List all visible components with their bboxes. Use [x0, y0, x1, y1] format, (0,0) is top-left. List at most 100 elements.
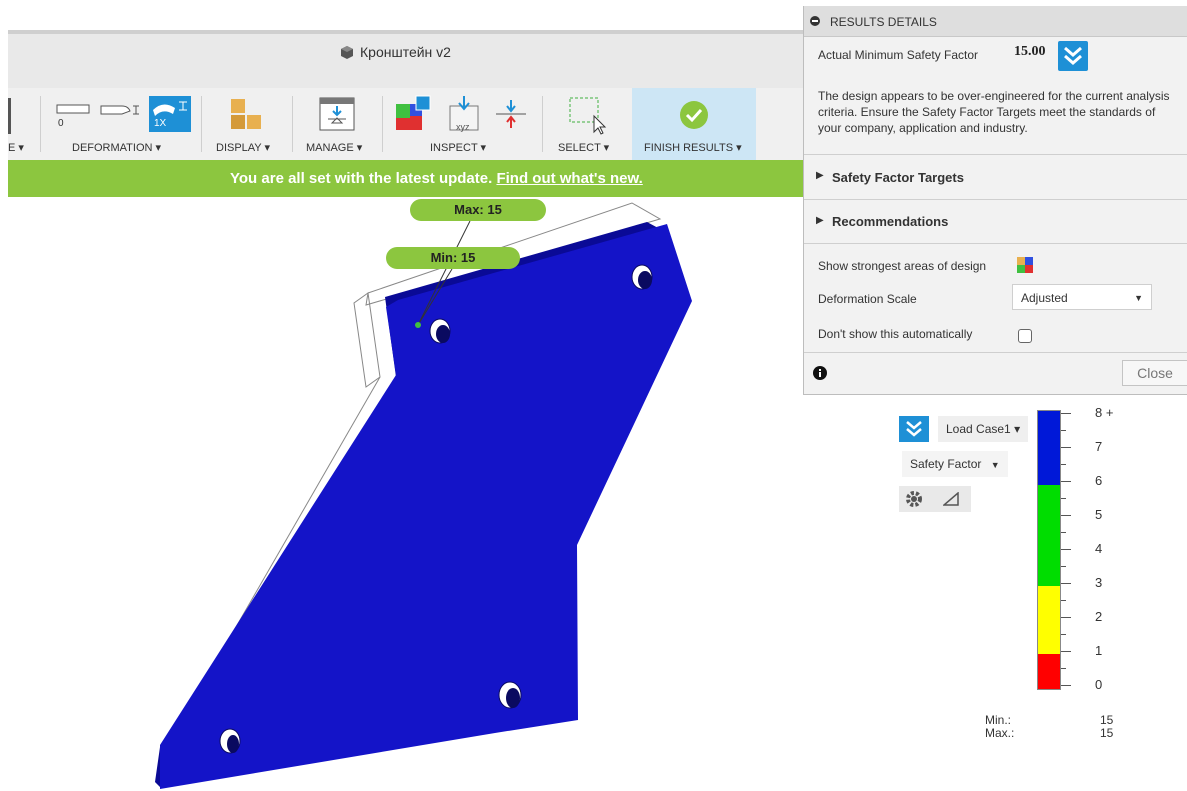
legend-scale-icon[interactable]: [943, 492, 959, 506]
actual-deformation-icon[interactable]: [100, 102, 140, 118]
toolbar-separator: [201, 96, 202, 152]
window-select-icon[interactable]: [568, 96, 608, 136]
legend-scale-label: 8 +: [1095, 405, 1114, 420]
legend-min-label: Min.:: [985, 713, 1012, 727]
legend-minor-tick: [1061, 566, 1066, 567]
adjusted-deformation-button[interactable]: 1X: [149, 96, 191, 132]
legend-max-value: 15: [1100, 726, 1114, 740]
expand-arrow-icon: ▶: [816, 215, 824, 226]
inspect-label: INSPECT: [430, 142, 478, 154]
inspect-menu[interactable]: INSPECT ▾: [430, 141, 486, 154]
update-banner: You are all set with the latest update. …: [8, 160, 808, 197]
legend-minor-tick: [1061, 532, 1066, 533]
chevron-down-icon: ▾: [603, 142, 610, 154]
no-deformation-icon[interactable]: [56, 102, 90, 116]
deformation-scale-select[interactable]: Adjusted ▼: [1012, 284, 1152, 310]
legend-red-band: [1038, 654, 1060, 689]
panel-description: The design appears to be over-engineered…: [818, 89, 1170, 135]
xyz-label: xyz: [456, 122, 470, 132]
legend-tick: [1061, 549, 1071, 550]
whats-new-link[interactable]: Find out what's new.: [496, 170, 642, 187]
double-check-icon: [906, 421, 922, 437]
model-viewport[interactable]: [0, 197, 803, 791]
strongest-areas-label: Show strongest areas of design: [818, 259, 987, 273]
chevron-down-icon: ▾: [356, 142, 363, 154]
chevron-down-icon: ▾: [18, 142, 24, 154]
manage-label: MANAGE: [306, 142, 354, 154]
dont-show-label: Don't show this automatically: [818, 327, 973, 341]
chevron-down-icon: ▾: [155, 142, 162, 154]
partial-toolbar-group[interactable]: E ▾: [8, 88, 38, 160]
legend-tick: [1061, 685, 1071, 686]
toolbar-separator: [382, 96, 383, 152]
legend-tick: [1061, 481, 1071, 482]
legend-scale-label: 7: [1095, 439, 1103, 454]
toolbar-separator: [40, 96, 41, 152]
settings-gear-icon[interactable]: [905, 490, 923, 508]
display-icon[interactable]: [230, 98, 264, 132]
legend-min-value: 15: [1100, 713, 1114, 727]
chevron-down-icon: ▾: [736, 142, 742, 154]
probe-icon[interactable]: [394, 94, 434, 134]
select-menu[interactable]: SELECT ▾: [558, 141, 609, 154]
load-case-label: Load Case1: [946, 422, 1011, 436]
deformation-label: DEFORMATION: [72, 142, 153, 154]
deformation-menu[interactable]: DEFORMATION ▾: [72, 141, 161, 154]
legend-tick: [1061, 617, 1071, 618]
adjusted-deformation-label: 1X: [154, 118, 167, 129]
deformation-scale-value: Adjusted: [1021, 291, 1068, 305]
document-titlebar: [8, 30, 808, 92]
display-group: DISPLAY ▾: [204, 88, 290, 160]
legend-scale-label: 5: [1095, 507, 1103, 522]
manage-menu[interactable]: MANAGE ▾: [306, 141, 362, 154]
strongest-areas-icon[interactable]: [1016, 256, 1034, 274]
legend-tick: [1061, 413, 1071, 414]
load-case-dropdown[interactable]: Load Case1 ▾: [938, 416, 1029, 442]
double-check-icon: [1064, 46, 1082, 65]
legend-tick: [1061, 515, 1071, 516]
result-type-label: Safety Factor: [910, 457, 982, 471]
select-label: SELECT: [558, 142, 601, 154]
no-deformation-label: 0: [58, 118, 64, 129]
display-menu[interactable]: DISPLAY ▾: [216, 141, 270, 154]
legend-scale-label: 1: [1095, 643, 1103, 658]
collapse-icon[interactable]: [810, 16, 820, 26]
manage-icon[interactable]: [318, 94, 358, 134]
min-max-marker: [415, 322, 421, 328]
legend-scale-label: 4: [1095, 541, 1103, 556]
manage-group: MANAGE ▾: [296, 88, 382, 160]
recommendations-row[interactable]: ▶ Recommendations: [804, 200, 1187, 242]
result-status-button[interactable]: [899, 416, 929, 442]
close-button[interactable]: Close: [1122, 360, 1187, 386]
chevron-down-icon: ▼: [1134, 293, 1143, 303]
legend-minor-tick: [1061, 634, 1066, 635]
animate-icon[interactable]: [494, 98, 528, 132]
checkmark-circle-icon: [680, 101, 708, 129]
legend-minor-tick: [1061, 498, 1066, 499]
legend-scale-label: 0: [1095, 677, 1103, 692]
safety-factor-legend: [1037, 410, 1061, 690]
toolbar-separator: [542, 96, 543, 152]
deformation-scale-label: Deformation Scale: [818, 292, 917, 306]
chevron-down-icon: ▼: [990, 460, 1000, 470]
legend-minor-tick: [1061, 430, 1066, 431]
legend-scale-label: 2: [1095, 609, 1103, 624]
banner-message: You are all set with the latest update.: [230, 170, 497, 187]
safety-factor-targets-row[interactable]: ▶ Safety Factor Targets: [804, 155, 1187, 199]
finish-results-button[interactable]: FINISH RESULTS ▾: [632, 88, 756, 160]
recommendations-label: Recommendations: [832, 214, 949, 229]
deformation-group: 0 1X DEFORMATION ▾: [48, 88, 198, 160]
legend-tick: [1061, 583, 1071, 584]
legend-green-band: [1038, 485, 1060, 586]
row-separator: [804, 352, 1187, 353]
row-separator: [804, 243, 1187, 244]
finish-results-label: FINISH RESULTS: [644, 142, 734, 154]
info-icon[interactable]: [813, 366, 827, 380]
dont-show-checkbox[interactable]: [1018, 329, 1032, 343]
result-type-dropdown[interactable]: Safety Factor ▼: [902, 451, 1008, 477]
legend-minor-tick: [1061, 600, 1066, 601]
select-group: SELECT ▾: [548, 88, 628, 160]
panel-title: RESULTS DETAILS: [830, 15, 937, 29]
min-callout: Min: 15: [386, 247, 520, 269]
expand-arrow-icon: ▶: [816, 170, 824, 181]
